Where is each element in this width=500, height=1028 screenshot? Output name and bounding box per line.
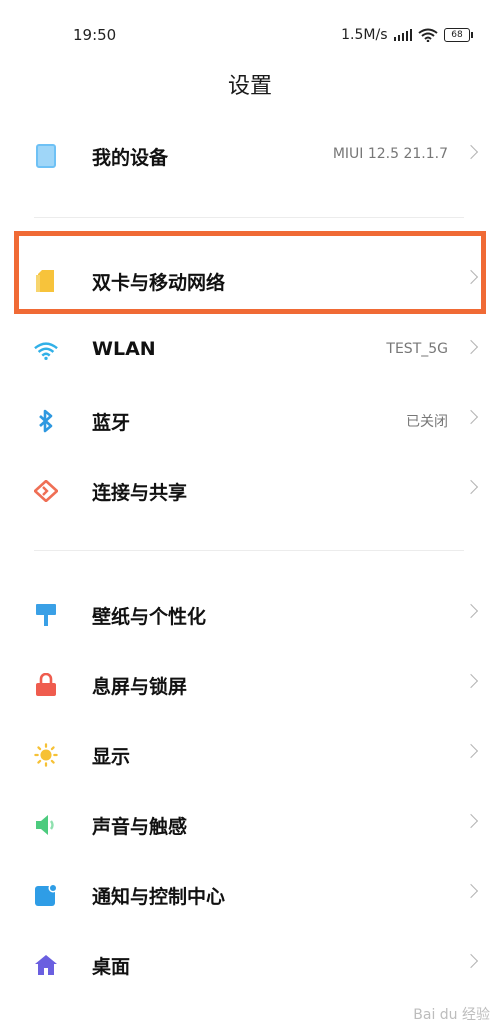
- chevron-right-icon: [463, 479, 479, 495]
- section-divider: [34, 217, 464, 218]
- battery-icon: 68: [444, 28, 473, 42]
- settings-item-my-device[interactable]: 我的设备 MIUI 12.5 21.1.7: [0, 125, 500, 187]
- settings-item-lock-screen[interactable]: 息屏与锁屏: [0, 654, 500, 716]
- settings-item-label: 显示: [92, 746, 131, 768]
- wifi-icon: [34, 339, 58, 363]
- chevron-right-icon: [463, 883, 479, 899]
- settings-item-connection-sharing[interactable]: 连接与共享: [0, 460, 500, 522]
- highlight-annotation-box: [14, 231, 486, 314]
- chevron-right-icon: [463, 813, 479, 829]
- signal-icon: [393, 29, 412, 41]
- settings-item-label: 我的设备: [92, 147, 169, 169]
- chevron-right-icon: [463, 144, 479, 160]
- settings-item-display[interactable]: 显示: [0, 724, 500, 786]
- watermark: Bai du 经验: [413, 1007, 490, 1023]
- settings-item-label: 桌面: [92, 956, 131, 978]
- notification-icon: [34, 883, 58, 907]
- home-icon: [34, 953, 58, 977]
- chevron-right-icon: [463, 743, 479, 759]
- settings-item-home-screen[interactable]: 桌面: [0, 934, 500, 996]
- settings-item-bluetooth[interactable]: 蓝牙 已关闭: [0, 390, 500, 452]
- brush-icon: [34, 603, 58, 627]
- settings-item-notifications[interactable]: 通知与控制中心: [0, 864, 500, 926]
- settings-item-value: 已关闭: [406, 414, 448, 430]
- settings-item-label: 息屏与锁屏: [92, 676, 188, 698]
- chevron-right-icon: [463, 409, 479, 425]
- status-indicators: 1.5M/s 68: [341, 24, 473, 46]
- settings-item-sound[interactable]: 声音与触感: [0, 794, 500, 856]
- status-bar: 19:50 1.5M/s 68: [0, 0, 500, 70]
- settings-item-value: MIUI 12.5 21.1.7: [332, 146, 448, 162]
- settings-item-label: 连接与共享: [92, 482, 188, 504]
- chevron-right-icon: [463, 339, 479, 355]
- lock-icon: [34, 673, 58, 697]
- bluetooth-icon: [34, 409, 58, 433]
- chevron-right-icon: [463, 603, 479, 619]
- status-time: 19:50: [73, 26, 117, 44]
- tablet-icon: [34, 144, 58, 168]
- settings-item-label: 通知与控制中心: [92, 886, 226, 908]
- speaker-icon: [34, 813, 58, 837]
- settings-item-value: TEST_5G: [386, 341, 448, 357]
- network-speed: 1.5M/s: [341, 27, 388, 43]
- chevron-right-icon: [463, 673, 479, 689]
- settings-item-label: 壁纸与个性化: [92, 606, 207, 628]
- section-divider: [34, 550, 464, 551]
- chevron-right-icon: [463, 953, 479, 969]
- settings-item-label: 蓝牙: [92, 412, 131, 434]
- share-diamond-icon: [34, 479, 58, 503]
- settings-item-wallpaper[interactable]: 壁纸与个性化: [0, 584, 500, 646]
- settings-item-wlan[interactable]: WLAN TEST_5G: [0, 320, 500, 382]
- page-title: 设置: [227, 74, 272, 99]
- settings-item-label: WLAN: [92, 338, 156, 360]
- settings-item-label: 声音与触感: [92, 816, 188, 838]
- wifi-status-icon: [418, 28, 438, 42]
- sun-icon: [34, 743, 58, 767]
